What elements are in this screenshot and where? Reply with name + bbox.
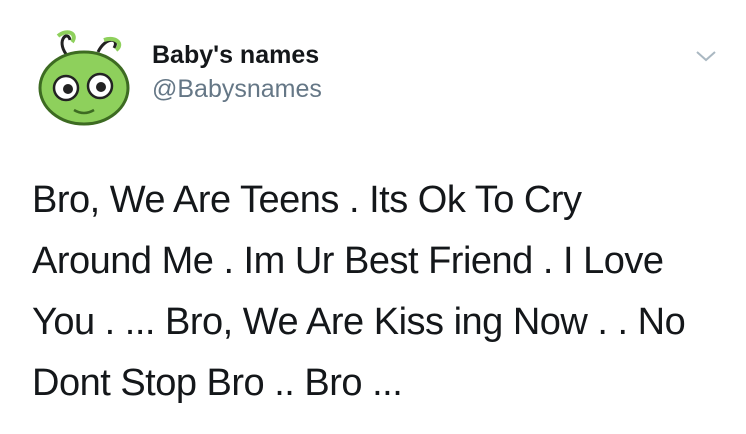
tweet-author[interactable]: Baby's names @Babysnames <box>152 40 322 105</box>
tweet-text-line: Dont Stop Bro .. Bro ... <box>32 362 403 404</box>
user-handle[interactable]: @Babysnames <box>152 73 322 105</box>
tweet-text-line: Bro, We Are Teens . Its Ok To Cry <box>32 179 582 221</box>
chevron-down-icon <box>696 51 716 62</box>
tweet-text: Bro, We Are Teens . Its Ok To Cry Around… <box>32 170 722 414</box>
green-alien-avatar-icon <box>38 30 130 126</box>
tweet-card: Baby's names @Babysnames Bro, We Are Tee… <box>0 0 746 434</box>
avatar[interactable] <box>28 22 138 132</box>
tweet-text-line: You . ... Bro, We Are Kiss ing Now . . N… <box>32 301 686 343</box>
tweet-menu-button[interactable] <box>694 46 718 66</box>
display-name[interactable]: Baby's names <box>152 40 322 70</box>
tweet-text-line: Around Me . Im Ur Best Friend . I Love <box>32 240 664 282</box>
